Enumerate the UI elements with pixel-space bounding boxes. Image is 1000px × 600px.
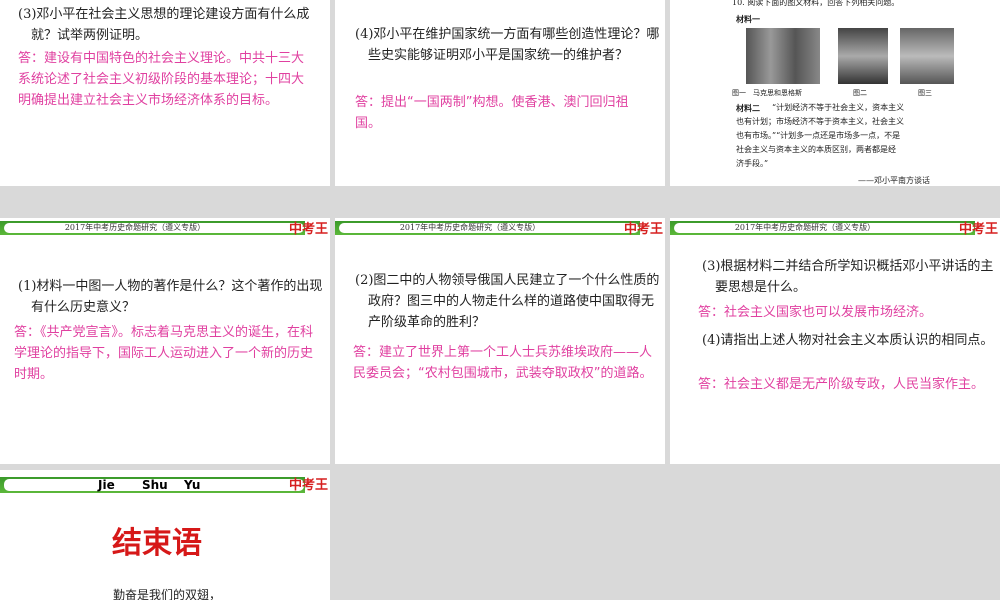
banner-logo: 中考王	[288, 222, 328, 237]
question-1: (1)材料一中图一人物的著作是什么？这个著作的出现有什么历史意义？	[18, 279, 323, 315]
slide-1: (3)邓小平在社会主义思想的理论建设方面有什么成就？试举两例证明。 答：建设有中…	[0, 0, 330, 186]
banner-logo: 中考王	[288, 478, 328, 493]
pinyin-shu: Shu	[142, 478, 168, 492]
slide-7: 中考王 Jie Shu Yu 结束语 勤奋是我们的双翅，	[0, 470, 330, 600]
closing-line-1: 勤奋是我们的双翅，	[113, 588, 222, 600]
material-1-label: 材料一	[736, 14, 760, 24]
answer-2: 答：建立了世界上第一个工人士兵苏维埃政府——人民委员会；“农村包围城市，武装夺取…	[353, 345, 653, 381]
question-4: (4)邓小平在维护国家统一方面有哪些创造性理论？哪些史实能够证明邓小平是国家统一…	[355, 27, 660, 63]
banner-title: 2017年中考历史命题研究（遵义专版）	[64, 223, 206, 232]
figure-3-caption: 图三	[918, 89, 932, 97]
pinyin-jie: Jie	[98, 478, 115, 492]
material-2-line-1: “计划经济不等于社会主义，资本主义	[772, 103, 905, 112]
slide-banner: 2017年中考历史命题研究（遵义专版） 中考王	[0, 218, 330, 240]
question-2: (2)图二中的人物领导俄国人民建立了一个什么性质的政府？图三中的人物走什么样的道…	[355, 273, 660, 330]
answer-3: 答：建设有中国特色的社会主义理论。中共十三大系统论述了社会主义初级阶段的基本理论…	[18, 51, 305, 108]
banner-title: 2017年中考历史命题研究（遵义专版）	[734, 223, 876, 232]
material-2-line-2: 也有计划；市场经济不等于资本主义，社会主义	[736, 117, 904, 126]
answer-4: 答：社会主义都是无产阶级专政，人民当家作主。	[698, 377, 985, 392]
slide-3: 10. 阅读下面的图文材料，回答下列相关问题。 材料一 图一 马克思和恩格斯 图…	[670, 0, 1000, 186]
slide-5: 2017年中考历史命题研究（遵义专版） 中考王 (2)图二中的人物领导俄国人民建…	[335, 218, 665, 464]
material-2-line-4: 社会主义与资本主义的本质区别，两者都是经	[736, 145, 896, 154]
answer-3: 答：社会主义国家也可以发展市场经济。	[698, 305, 933, 320]
banner-logo: 中考王	[623, 222, 663, 237]
question-3: (3)根据材料二并结合所学知识概括邓小平讲话的主要思想是什么。	[702, 259, 994, 295]
banner-title: 2017年中考历史命题研究（遵义专版）	[399, 223, 541, 232]
slide-banner: 2017年中考历史命题研究（遵义专版） 中考王	[670, 218, 1000, 240]
slide-4: 2017年中考历史命题研究（遵义专版） 中考王 (1)材料一中图一人物的著作是什…	[0, 218, 330, 464]
question-3: (3)邓小平在社会主义思想的理论建设方面有什么成就？试举两例证明。	[18, 7, 310, 43]
slide-2: (4)邓小平在维护国家统一方面有哪些创造性理论？哪些史实能够证明邓小平是国家统一…	[335, 0, 665, 186]
closing-title: 结束语	[112, 526, 202, 561]
material-2-source: ——邓小平南方谈话	[858, 176, 930, 185]
banner-logo: 中考王	[958, 222, 998, 237]
lenin-photo	[838, 28, 888, 84]
question-10-heading: 10. 阅读下面的图文材料，回答下列相关问题。	[732, 0, 900, 7]
question-4: (4)请指出上述人物对社会主义本质认识的相同点。	[702, 333, 994, 348]
pinyin-yu: Yu	[184, 478, 201, 492]
answer-1: 答：《共产党宣言》。标志着马克思主义的诞生，在科学理论的指导下，国际工人运动进入…	[14, 325, 314, 382]
material-2-label: 材料二	[736, 103, 760, 113]
slide-banner: 2017年中考历史命题研究（遵义专版） 中考王	[335, 218, 665, 240]
slide-6: 2017年中考历史命题研究（遵义专版） 中考王 (3)根据材料二并结合所学知识概…	[670, 218, 1000, 464]
marx-engels-photo	[746, 28, 820, 84]
material-2-line-3: 也有市场。”“计划多一点还是市场多一点，不是	[736, 131, 901, 140]
answer-4: 答：提出“一国两制”构想。使香港、澳门回归祖国。	[355, 95, 629, 131]
material-2-line-5: 济手段。”	[736, 159, 769, 168]
figure-1-caption: 图一 马克思和恩格斯	[732, 89, 802, 97]
mao-photo	[900, 28, 954, 84]
figure-2-caption: 图二	[853, 89, 867, 97]
